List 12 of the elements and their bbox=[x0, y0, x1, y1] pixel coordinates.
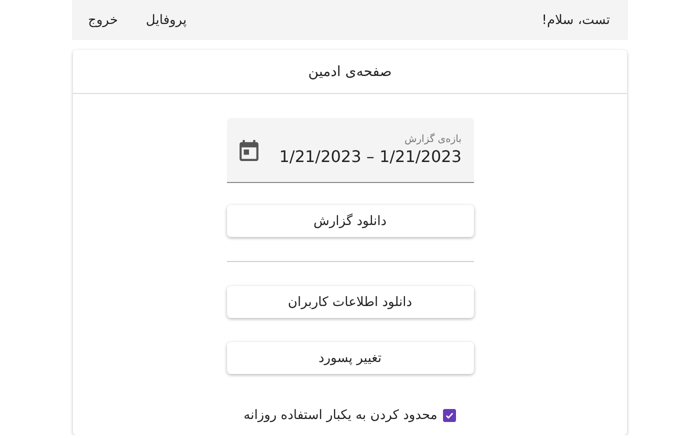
field-label: بازه‌ی گزارش bbox=[404, 134, 462, 145]
field-value: 1/21/2023 – 1/21/2023 bbox=[278, 147, 462, 166]
calendar-icon[interactable] bbox=[238, 139, 258, 161]
action-button[interactable]: دانلود اطلاعات کاربران bbox=[226, 286, 474, 318]
checkbox[interactable] bbox=[443, 409, 456, 422]
greeting-text: تست، سلام! bbox=[540, 12, 610, 28]
nav-link[interactable]: خروج bbox=[88, 12, 118, 28]
download-report-button[interactable]: دانلود گزارش bbox=[226, 205, 474, 237]
checkbox-label: محدود کردن به یکبار استفاده روزانه bbox=[244, 408, 438, 423]
action-button[interactable]: تغییر پسورد bbox=[226, 342, 474, 374]
nav-link[interactable]: پروفایل bbox=[146, 12, 187, 28]
card-title: صفحه‌ی ادمین bbox=[73, 50, 627, 94]
